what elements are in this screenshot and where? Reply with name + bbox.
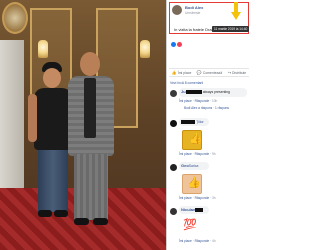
like-icon (171, 42, 176, 48)
post-photo[interactable] (0, 0, 166, 250)
commenter-avatar[interactable] (170, 90, 177, 97)
comment-time: 4h (212, 239, 216, 243)
commenter-name[interactable]: Niculae (181, 207, 195, 212)
post-text: In vizita la fratele Dragu (174, 27, 217, 32)
like-icon: 👍 (171, 70, 177, 75)
author-name[interactable]: Bodi Alex (185, 5, 203, 10)
share-icon: ↪ (227, 70, 232, 75)
comment-item: GeoSarica 👍 Îmi place · Răspunde · 3h (170, 162, 248, 204)
comment-time: 3h (212, 196, 216, 200)
like-button[interactable]: 👍 Îmi place (172, 70, 192, 75)
comment-item: Ţiitor 👍 Îmi place · Răspunde · 9h (170, 118, 248, 160)
comment-links: Îmi place · Răspunde · 9h (179, 152, 216, 156)
facebook-post-panel: Bodi Alex Urmărește In vizita la fratele… (166, 0, 250, 250)
comment-text: Ţiitor (196, 120, 204, 124)
comment-bubble: Ju always presenting (179, 88, 247, 97)
comment-text: always presenting (202, 90, 230, 94)
comment-links: Îmi place · Răspunde · 3h (179, 196, 216, 200)
share-button[interactable]: ↪ Distribuie (228, 70, 247, 75)
comment-reply-link[interactable]: Răspunde (195, 99, 210, 103)
thumbs-up-sticker-icon: 👍 (182, 174, 202, 194)
hundred-sticker-icon: 💯 (182, 217, 202, 237)
wall-mirror (2, 2, 28, 34)
comment-like-link[interactable]: Îmi place (179, 152, 192, 156)
redacted-name (195, 207, 204, 212)
comment-links: Îmi place · Răspunde · 10h (179, 99, 218, 103)
commenter-avatar[interactable] (170, 164, 177, 171)
comment-links: Îmi place · Răspunde · 4h (179, 239, 216, 243)
commenter-avatar[interactable] (170, 208, 177, 215)
comment-like-link[interactable]: Îmi place (179, 99, 192, 103)
love-icon (177, 42, 182, 48)
like-label: Îmi place (177, 70, 192, 75)
comment-like-link[interactable]: Îmi place (179, 239, 192, 243)
comment-item: Niculae 💯 Îmi place · Răspunde · 4h (170, 206, 248, 250)
commenter-name[interactable]: Geo (181, 163, 189, 168)
comment-reply-link[interactable]: Răspunde (195, 239, 210, 243)
person-right (62, 48, 118, 238)
comment-time: 9h (212, 152, 216, 156)
comment-reply-link[interactable]: Răspunde (195, 196, 210, 200)
timestamp-tooltip: 11 martie 2019 la 14:40 (212, 26, 250, 32)
author-follow[interactable]: Urmărește (185, 11, 200, 15)
commenter-avatar[interactable] (170, 120, 177, 127)
comment-item: Ju always presenting Îmi place · Răspund… (170, 88, 248, 118)
author-avatar[interactable] (172, 5, 182, 15)
wall-lamp-right (140, 40, 150, 58)
nested-reply-link[interactable]: Bodi Alex a răspuns · 1 răspuns (184, 106, 229, 110)
comment-button[interactable]: 💬 Comentează (197, 70, 222, 75)
comment-bubble: Ţiitor (179, 118, 209, 126)
comment-label: Comentează (202, 70, 223, 75)
comment-time: 10h (212, 99, 218, 103)
wall-lamp-left (38, 40, 48, 58)
redacted-name (185, 89, 202, 94)
redacted-name (181, 119, 195, 124)
view-more-comments[interactable]: Vezi încă 8 comentarii (170, 81, 203, 85)
door (0, 40, 24, 190)
comment-bubble: GeoSarica (179, 162, 209, 170)
comment-reply-link[interactable]: Răspunde (195, 152, 210, 156)
reactions-summary[interactable] (171, 42, 183, 48)
share-label: Distribuie (232, 70, 247, 75)
comment-bubble: Niculae (179, 206, 209, 214)
thumbs-up-sticker-icon: 👍 (182, 130, 203, 150)
comment-icon: 💬 (196, 70, 202, 75)
comment-like-link[interactable]: Îmi place (179, 196, 192, 200)
post-actions-bar: 👍 Îmi place 💬 Comentează ↪ Distribuie (169, 68, 249, 77)
comment-text: Sarica (188, 164, 199, 168)
